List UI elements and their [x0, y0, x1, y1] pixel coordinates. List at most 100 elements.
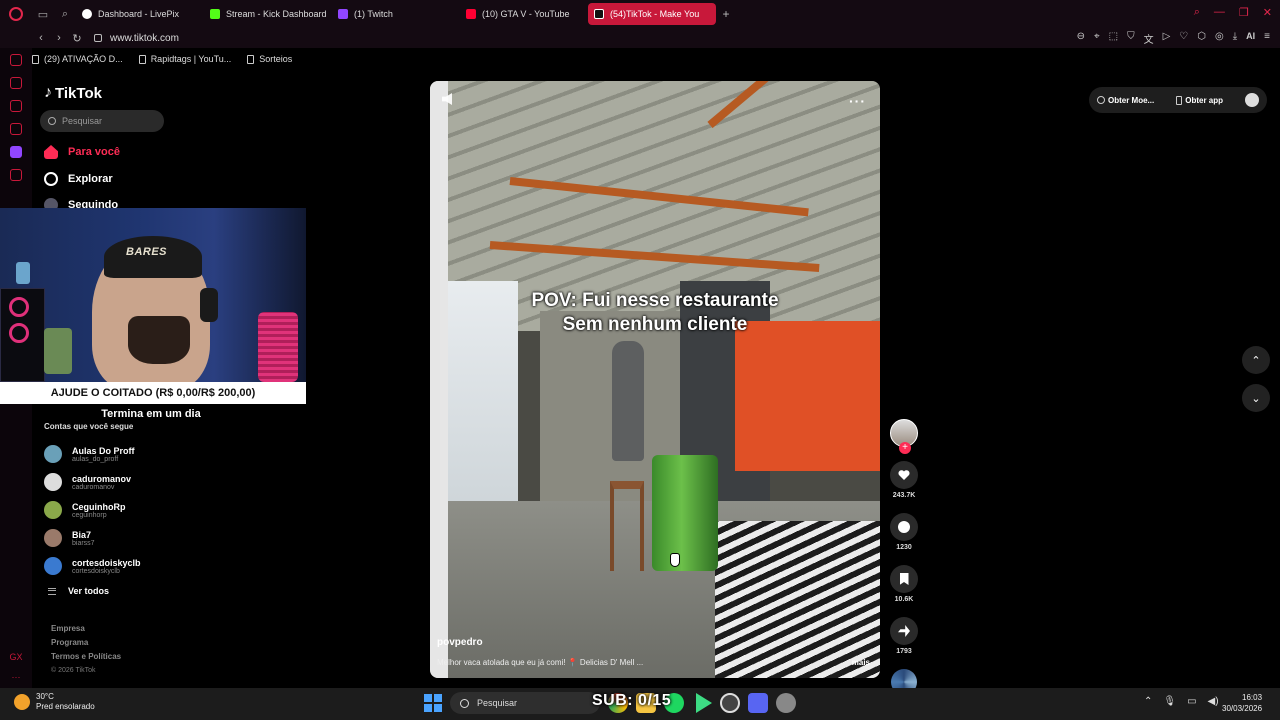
- more-icon[interactable]: ···: [12, 672, 21, 682]
- profile-icon[interactable]: ◎: [1215, 31, 1224, 46]
- account-item[interactable]: cortesdoiskyclb cortesdoiskyclb: [44, 552, 174, 580]
- microphone-icon[interactable]: 🎙: [1163, 696, 1176, 707]
- account-handle: biarss7: [72, 539, 95, 547]
- speaker: [258, 312, 298, 382]
- reload-icon[interactable]: ↻: [68, 32, 86, 45]
- account-name: cortesdoiskyclb: [72, 557, 141, 568]
- account-handle: caduromanov: [72, 483, 115, 491]
- search-tabs-icon[interactable]: ⌕: [1194, 6, 1200, 19]
- more-link[interactable]: mais: [852, 658, 870, 667]
- get-coins-button[interactable]: Obter Moe...: [1097, 96, 1154, 105]
- profile-avatar[interactable]: [1244, 93, 1259, 107]
- comment-button[interactable]: [890, 513, 918, 541]
- account-name: caduromanov: [72, 473, 132, 484]
- opera-gx-logo-icon[interactable]: [0, 0, 32, 28]
- vpn-shield-icon[interactable]: ⛉: [1127, 31, 1135, 46]
- webcam-overlay: BARES: [0, 208, 306, 382]
- follow-plus-icon[interactable]: +: [899, 442, 911, 454]
- windows-start-icon[interactable]: [424, 694, 442, 712]
- share-button[interactable]: [890, 617, 918, 645]
- next-video-button[interactable]: ⌄: [1242, 384, 1270, 412]
- creator-avatar[interactable]: +: [890, 419, 918, 454]
- goal-end-text: Termina em um dia: [101, 408, 201, 420]
- tab-tiktok[interactable]: (54)TikTok - Make You: [588, 3, 716, 25]
- video-author[interactable]: povpedro: [437, 637, 483, 648]
- tab-workspaces-icon[interactable]: ▭: [32, 0, 54, 28]
- tab-youtube[interactable]: (10) GTA V - YouTube: [460, 3, 588, 25]
- tab-twitch[interactable]: (1) Twitch: [332, 3, 460, 25]
- nav-for-you[interactable]: Para você: [44, 145, 120, 159]
- obs-icon[interactable]: [720, 693, 740, 713]
- account-item[interactable]: Aulas Do Proff aulas_do_proff: [44, 440, 174, 468]
- forward-icon[interactable]: ›: [50, 32, 68, 44]
- menu-icon[interactable]: ≡: [1264, 31, 1270, 46]
- tab-kick[interactable]: Stream - Kick Dashboard: [204, 3, 332, 25]
- taskbar-search[interactable]: Pesquisar: [450, 692, 600, 714]
- bookmark-icon: [899, 573, 909, 585]
- back-icon[interactable]: ‹: [32, 32, 50, 44]
- video-barrel: [652, 455, 718, 571]
- save-button[interactable]: [890, 565, 918, 593]
- account-name: Bia7: [72, 529, 92, 540]
- tab-search-icon[interactable]: ⌕: [54, 0, 76, 28]
- see-all-button[interactable]: Ver todos: [48, 586, 109, 596]
- nav-explore[interactable]: Explorar: [44, 172, 113, 186]
- like-button[interactable]: [890, 461, 918, 489]
- pin-icon[interactable]: ⌖: [1094, 31, 1100, 46]
- display-icon[interactable]: ▭: [1187, 696, 1196, 707]
- snapshot-icon[interactable]: ⬚: [1109, 31, 1118, 46]
- footer-company-link[interactable]: Empresa: [51, 624, 121, 633]
- gx-corner-icon[interactable]: [10, 77, 22, 89]
- donation-goal: AJUDE O COITADO (R$ 0,00/R$ 200,00): [0, 382, 306, 404]
- twitch-sidebar-icon[interactable]: [10, 146, 22, 158]
- bookmark-item[interactable]: Rapidtags | YouTu...: [138, 54, 231, 64]
- settings-icon[interactable]: [776, 693, 796, 713]
- get-app-button[interactable]: Obter app: [1176, 95, 1223, 105]
- following-header: Contas que você segue: [44, 422, 134, 431]
- new-tab-button[interactable]: +: [716, 7, 736, 21]
- gx-control-icon[interactable]: [10, 54, 22, 66]
- gx-icon[interactable]: GX: [9, 652, 22, 662]
- heart-icon[interactable]: ♡: [1179, 31, 1188, 46]
- plush-toy: [44, 328, 72, 374]
- footer-program-link[interactable]: Programa: [51, 638, 121, 647]
- previous-video-button[interactable]: ⌃: [1242, 346, 1270, 374]
- list-icon: [48, 587, 56, 595]
- download-icon[interactable]: ⤓: [1233, 31, 1237, 46]
- bookmark-item[interactable]: Sorteios: [247, 54, 292, 64]
- search-input[interactable]: Pesquisar: [40, 110, 164, 132]
- video-player[interactable]: POV: Fui nesse restaurante Sem nenhum cl…: [430, 81, 880, 678]
- footer-terms-link[interactable]: Termos e Políticas: [51, 652, 121, 661]
- more-options-icon[interactable]: ···: [849, 93, 866, 109]
- heart-icon: [898, 469, 910, 481]
- video-wall-orange: [735, 321, 880, 471]
- chevron-up-icon[interactable]: ⌃: [1144, 696, 1152, 707]
- speaker-icon[interactable]: ◀): [1208, 696, 1219, 707]
- instagram-icon[interactable]: [10, 123, 22, 135]
- minimize-icon[interactable]: —: [1214, 6, 1225, 19]
- chevron-up-icon: ⌃: [1251, 354, 1261, 367]
- account-item[interactable]: caduromanov caduromanov: [44, 468, 174, 496]
- tiktok-logo[interactable]: ♪ TikTok: [44, 84, 102, 102]
- weather-widget[interactable]: 30°C Pred ensolarado: [14, 692, 95, 712]
- close-icon[interactable]: ✕: [1263, 6, 1272, 19]
- url-field[interactable]: www.tiktok.com: [94, 33, 179, 44]
- page-icon: [138, 54, 146, 64]
- bookmark-item[interactable]: (29) ATIVAÇÃO D...: [32, 54, 123, 64]
- account-item[interactable]: Bia7 biarss7: [44, 524, 174, 552]
- avatar: [44, 473, 62, 491]
- discord-icon[interactable]: [748, 693, 768, 713]
- messenger-icon[interactable]: [10, 100, 22, 112]
- player-icon[interactable]: ▷: [1163, 31, 1171, 46]
- android-studio-icon[interactable]: [696, 693, 712, 713]
- clock[interactable]: 16:03 30/03/2026: [1222, 692, 1262, 714]
- zoom-icon[interactable]: ⊖: [1077, 31, 1085, 46]
- video-pole: [430, 81, 448, 678]
- account-item[interactable]: CeguinhoRp ceguinhorp: [44, 496, 174, 524]
- tab-livepix[interactable]: Dashboard - LivePix: [76, 3, 204, 25]
- maximize-icon[interactable]: ❐: [1239, 6, 1249, 19]
- ai-button[interactable]: AI: [1246, 31, 1255, 46]
- extensions-icon[interactable]: ⬡: [1197, 31, 1206, 46]
- translate-icon[interactable]: 文: [1144, 31, 1154, 46]
- player-sidebar-icon[interactable]: [10, 169, 22, 181]
